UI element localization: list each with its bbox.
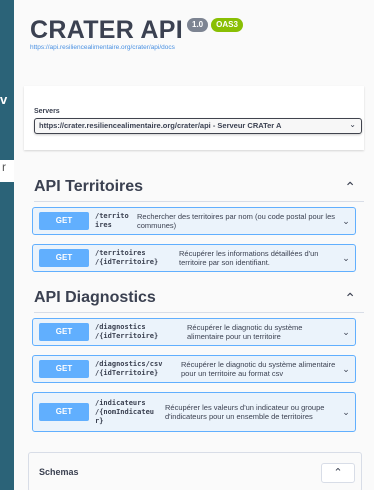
path-line: /{idTerritoire} — [95, 258, 159, 266]
chevron-up-icon: ⌃ — [344, 289, 356, 306]
section-header-diagnostics[interactable]: API Diagnostics ⌃ — [34, 285, 364, 311]
section-title: API Territoires — [34, 178, 144, 195]
chevron-down-icon: ⌄ — [342, 406, 350, 417]
operation-summary: Récupérer les valeurs d'un indicateur ou… — [165, 403, 325, 421]
title-row: CRATER API 1.0 OAS3 — [30, 16, 360, 44]
chevron-down-icon: ⌄ — [342, 363, 350, 374]
api-info: CRATER API 1.0 OAS3 https://api.resilien… — [30, 16, 360, 51]
section-header-territoires[interactable]: API Territoires ⌃ — [34, 174, 364, 200]
path-line: /{nomIndicateu — [95, 407, 155, 416]
method-badge: GET — [39, 212, 89, 230]
path-line: /diagnostics/csv — [95, 360, 163, 368]
path-line: ires — [95, 221, 112, 229]
path-line: /territo — [95, 212, 129, 220]
method-badge: GET — [39, 249, 89, 267]
chevron-down-icon: ⌄ — [342, 215, 350, 226]
path-line: /{idTerritoire} — [95, 332, 159, 340]
background-page-strip: v r — [0, 0, 14, 490]
operation-path: /territoires /{idTerritoire} — [95, 249, 179, 267]
background-heading-fragment: v — [0, 92, 8, 107]
servers-select[interactable]: https://crater.resiliencealimentaire.org… — [34, 118, 362, 134]
operation-path: /indicateurs /{nomIndicateu r} — [95, 399, 165, 426]
operation-get-diagnostic-csv[interactable]: GET /diagnostics/csv /{idTerritoire} Réc… — [32, 355, 356, 383]
chevron-down-icon: ⌄ — [349, 120, 356, 129]
schemas-section[interactable]: Schemas ⌃ — [28, 452, 362, 490]
swagger-page: CRATER API 1.0 OAS3 https://api.resilien… — [14, 0, 374, 490]
page-title: CRATER API — [30, 16, 183, 44]
method-badge: GET — [39, 360, 89, 378]
operation-summary: Rechercher des territoires par nom (ou c… — [137, 212, 336, 230]
section-divider — [34, 201, 364, 202]
servers-panel: Servers https://crater.resiliencealiment… — [24, 86, 364, 150]
servers-label: Servers — [34, 108, 60, 115]
oas-badge: OAS3 — [211, 18, 243, 32]
chevron-down-icon: ⌄ — [342, 252, 350, 263]
chevron-down-icon: ⌄ — [342, 326, 350, 337]
operation-summary: Récupérer le diagnotic du système alimen… — [187, 323, 303, 341]
operation-get-territoire-by-id[interactable]: GET /territoires /{idTerritoire} Récupér… — [32, 244, 356, 272]
method-badge: GET — [39, 403, 89, 421]
background-input-fragment: r — [0, 160, 14, 182]
operation-get-diagnostic[interactable]: GET /diagnostics /{idTerritoire} Récupér… — [32, 318, 356, 346]
operation-summary: Récupérer les informations détaillées d'… — [179, 249, 319, 267]
section-divider — [34, 312, 364, 313]
method-badge: GET — [39, 323, 89, 341]
path-line: /diagnostics — [95, 323, 146, 331]
version-badge: 1.0 — [187, 18, 209, 32]
path-line: /territoires — [95, 249, 146, 257]
path-line: r} — [95, 416, 104, 425]
path-line: /indicateurs — [95, 398, 146, 407]
docs-url-link[interactable]: https://api.resiliencealimentaire.org/cr… — [30, 44, 360, 51]
section-title: API Diagnostics — [34, 289, 156, 306]
operation-path: /territo ires — [95, 212, 137, 230]
schemas-title: Schemas — [39, 467, 79, 477]
operation-path: /diagnostics /{idTerritoire} — [95, 323, 187, 341]
chevron-up-icon: ⌃ — [344, 178, 356, 195]
chevron-up-icon[interactable]: ⌃ — [321, 463, 355, 483]
operation-get-territoires[interactable]: GET /territo ires Rechercher des territo… — [32, 207, 356, 235]
operation-get-indicateurs[interactable]: GET /indicateurs /{nomIndicateu r} Récup… — [32, 392, 356, 432]
operation-summary: Récupérer le diagnotic du système alimen… — [181, 360, 336, 378]
path-line: /{idTerritoire} — [95, 369, 159, 377]
servers-selected-value: https://crater.resiliencealimentaire.org… — [39, 121, 282, 130]
operation-path: /diagnostics/csv /{idTerritoire} — [95, 360, 181, 378]
